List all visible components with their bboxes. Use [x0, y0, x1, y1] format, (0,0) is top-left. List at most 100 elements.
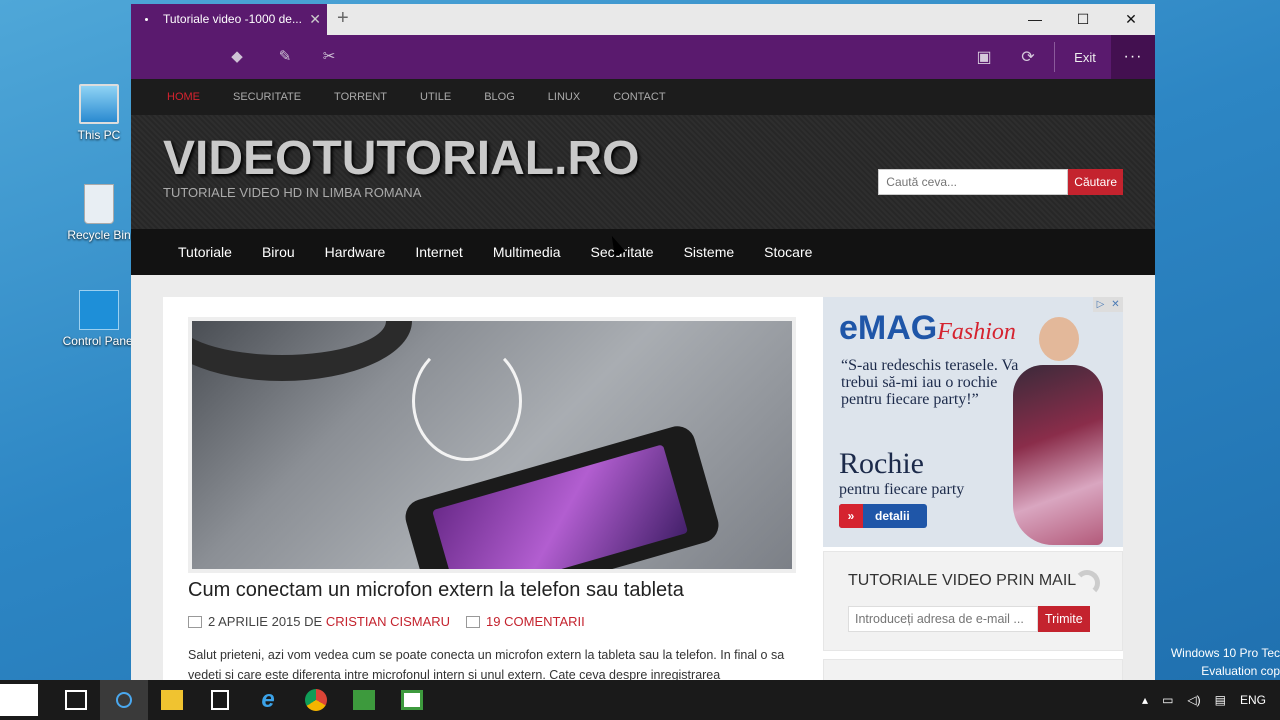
featured-image[interactable]	[188, 317, 796, 573]
share-icon[interactable]: ⟳	[1006, 47, 1050, 67]
browser-window: Tutoriale video -1000 de... ✕ + — ☐ ✕ ◆ …	[131, 4, 1155, 680]
cat-birou[interactable]: Birou	[262, 244, 295, 260]
this-pc-label: This PC	[77, 128, 121, 142]
browser-tab[interactable]: Tutoriale video -1000 de... ✕	[131, 4, 327, 35]
ad-button-label: detalii	[875, 509, 910, 523]
cable-shape	[412, 341, 522, 461]
email-field[interactable]	[848, 606, 1038, 632]
taskbar: e ▴ ▭ ◁) ▤ ENG	[0, 680, 1280, 720]
nav-home[interactable]: HOME	[167, 91, 200, 103]
minimize-button[interactable]: —	[1011, 4, 1059, 35]
post-excerpt: Salut prieteni, azi vom vedea cum se poa…	[188, 648, 785, 680]
web-note-toolbar: ◆ ✎ ✂ ▣ ⟳ Exit ···	[131, 35, 1155, 79]
cat-stocare[interactable]: Stocare	[764, 244, 812, 260]
tab-loading-icon	[145, 18, 148, 21]
mail-widget-title: TUTORIALE VIDEO PRIN MAIL	[848, 572, 1077, 589]
nav-linux[interactable]: LINUX	[548, 91, 580, 103]
ad-model-image	[1013, 317, 1103, 547]
nav-torrent[interactable]: TORRENT	[334, 91, 387, 103]
close-window-button[interactable]: ✕	[1107, 4, 1155, 35]
action-center-icon[interactable]: ▤	[1215, 693, 1226, 707]
control-panel-icon[interactable]: Control Panel	[59, 290, 139, 348]
highlighter-icon[interactable]: ◆	[227, 47, 247, 67]
cat-tutoriale[interactable]: Tutoriale	[178, 244, 232, 260]
search-form: Căutare	[878, 169, 1123, 195]
post-meta: 2 APRILIE 2015 DE CRISTIAN CISMARU 19 CO…	[188, 614, 796, 629]
project-spartan-icon[interactable]	[100, 680, 148, 720]
tray-chevron-icon[interactable]: ▴	[1142, 693, 1148, 707]
post-title[interactable]: Cum conectam un microfon extern la telef…	[188, 579, 796, 602]
phone-screen	[432, 444, 689, 569]
close-tab-icon[interactable]: ✕	[309, 4, 321, 35]
network-icon[interactable]: ▭	[1162, 693, 1173, 707]
ad-subline: pentru fiecare party	[839, 481, 965, 498]
subscribe-button[interactable]: Trimite	[1038, 606, 1090, 632]
nav-contact[interactable]: CONTACT	[613, 91, 665, 103]
post-date: 2 APRILIE 2015 DE	[208, 614, 323, 629]
maximize-button[interactable]: ☐	[1059, 4, 1107, 35]
search-input[interactable]	[878, 169, 1069, 195]
top-navigation: HOME SECURITATE TORRENT UTILE BLOG LINUX…	[131, 79, 1155, 115]
double-chevron-icon: »	[839, 504, 863, 528]
tab-bar: Tutoriale video -1000 de... ✕ + — ☐ ✕	[131, 4, 1155, 35]
chrome-icon[interactable]	[292, 680, 340, 720]
mail-subscribe-widget: TUTORIALE VIDEO PRIN MAIL Trimite	[823, 551, 1123, 651]
new-tab-button[interactable]: +	[337, 7, 349, 30]
ad-close-icon[interactable]: ✕	[1108, 297, 1123, 312]
toolbar-separator	[1054, 42, 1055, 72]
cat-hardware[interactable]: Hardware	[325, 244, 386, 260]
post-author[interactable]: CRISTIAN CISMARU	[326, 614, 450, 629]
file-explorer-icon[interactable]	[148, 680, 196, 720]
save-icon[interactable]: ▣	[962, 47, 1006, 67]
sidebar: ▷ ✕ eMAGFashion “S-au redeschis terasele…	[823, 297, 1123, 680]
toolbar-actions: ▣ ⟳ Exit ···	[962, 35, 1155, 79]
site-logo[interactable]: VIDEOTUTORIAL.RO	[163, 131, 639, 186]
internet-explorer-icon[interactable]: e	[244, 680, 292, 720]
cat-internet[interactable]: Internet	[415, 244, 462, 260]
nav-securitate[interactable]: SECURITATE	[233, 91, 301, 103]
cat-multimedia[interactable]: Multimedia	[493, 244, 561, 260]
model-dress	[1013, 365, 1103, 545]
website: HOME SECURITATE TORRENT UTILE BLOG LINUX…	[131, 79, 1155, 680]
model-head	[1039, 317, 1079, 361]
exit-button[interactable]: Exit	[1059, 50, 1111, 65]
typed-note-icon[interactable]: ✎	[275, 47, 295, 67]
ad-headline: Rochie	[839, 447, 924, 480]
start-button[interactable]	[0, 684, 38, 716]
comment-icon	[466, 615, 481, 628]
adchoices-icon[interactable]: ▷	[1093, 297, 1108, 312]
recycle-bin-icon[interactable]: Recycle Bin	[59, 184, 139, 242]
ad-brand: eMAGFashion	[839, 309, 1016, 348]
ad-quote: “S-au redeschis terasele. Va trebui să-m…	[841, 357, 1019, 408]
search-button[interactable]: Căutare	[1068, 169, 1123, 195]
watermark-line-1: Windows 10 Pro Tec	[1170, 646, 1280, 660]
volume-icon[interactable]: ◁)	[1187, 693, 1200, 707]
site-header: VIDEOTUTORIAL.RO TUTORIALE VIDEO HD IN L…	[131, 115, 1155, 229]
camtasia-recorder-icon[interactable]	[388, 680, 436, 720]
site-tagline: TUTORIALE VIDEO HD IN LIMBA ROMANA	[163, 185, 422, 200]
windows-watermark: Windows 10 Pro Tec Evaluation cop	[1171, 644, 1280, 680]
mail-form: Trimite	[848, 606, 1098, 632]
ad-brand-name: eMAG	[839, 309, 938, 347]
more-button[interactable]: ···	[1111, 35, 1155, 79]
clip-icon[interactable]: ✂	[319, 47, 339, 67]
task-view-icon[interactable]	[52, 680, 100, 720]
nav-utile[interactable]: UTILE	[420, 91, 451, 103]
ad-controls: ▷ ✕	[1093, 297, 1123, 312]
nav-blog[interactable]: BLOG	[484, 91, 515, 103]
tab-title: Tutoriale video -1000 de...	[163, 12, 302, 26]
camtasia-icon[interactable]	[340, 680, 388, 720]
cat-sisteme[interactable]: Sisteme	[684, 244, 735, 260]
store-icon[interactable]	[196, 680, 244, 720]
this-pc-icon[interactable]: This PC	[59, 84, 139, 142]
sidebar-widget	[823, 659, 1123, 680]
emag-ad[interactable]: ▷ ✕ eMAGFashion “S-au redeschis terasele…	[823, 297, 1123, 547]
window-controls: — ☐ ✕	[1011, 4, 1155, 35]
control-panel-label: Control Panel	[62, 334, 136, 348]
main-content: Cum conectam un microfon extern la telef…	[163, 297, 1123, 680]
article: Cum conectam un microfon extern la telef…	[188, 317, 796, 680]
language-indicator[interactable]: ENG	[1240, 693, 1266, 707]
calendar-icon	[188, 615, 202, 628]
ad-details-button[interactable]: » detalii	[839, 504, 927, 528]
post-comments[interactable]: 19 COMENTARII	[486, 614, 585, 629]
